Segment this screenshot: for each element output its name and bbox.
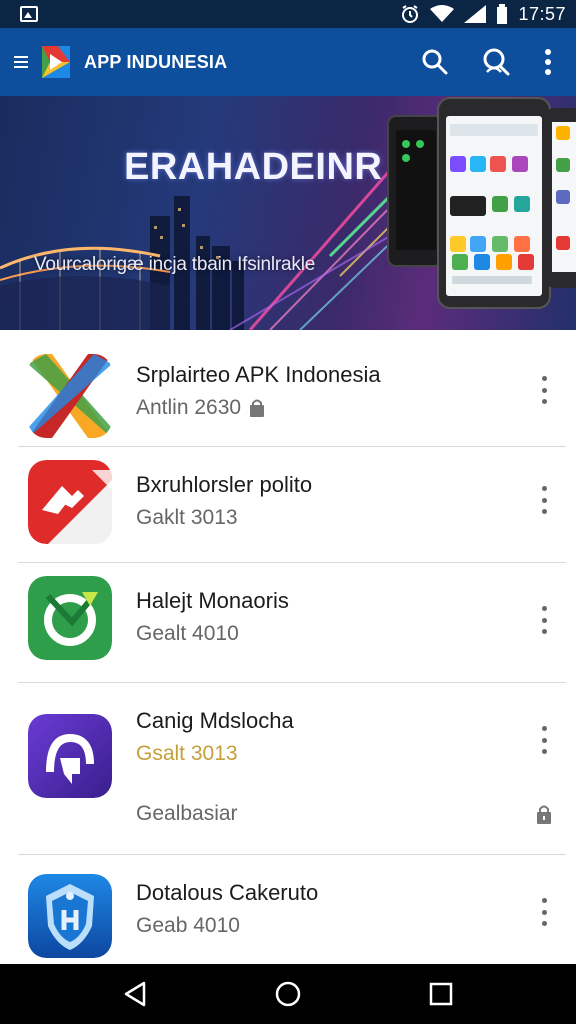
more-vert-icon[interactable] [536, 376, 552, 404]
app-logo-icon [42, 46, 70, 78]
app-bar: APP INDUNESIA [0, 28, 576, 96]
back-icon[interactable] [123, 981, 147, 1007]
search-icon[interactable] [422, 49, 448, 75]
more-vert-icon[interactable] [544, 49, 552, 75]
banner-illustration [0, 97, 576, 330]
divider [18, 854, 566, 855]
banner-title: ERAHADEINR [124, 146, 383, 188]
promo-banner[interactable]: ERAHADEINR Vourcalorigæ incja tbain Ifsi… [0, 96, 576, 330]
app-meta-text: Gealt 4010 [136, 622, 239, 645]
app-name: Halejt Monaoris [136, 588, 289, 613]
divider [18, 682, 566, 683]
app-name: Dotalous Cakeruto [136, 880, 319, 905]
app-name: Canig Mdslocha [136, 708, 294, 733]
more-vert-icon[interactable] [536, 898, 552, 926]
app-meta: Geab 4010 [136, 914, 240, 938]
green-refresh-icon [28, 576, 112, 660]
gallery-icon [20, 6, 38, 22]
app-bar-actions [422, 48, 562, 76]
app-extra-label: Gealbasiar [136, 802, 238, 825]
more-vert-icon[interactable] [536, 486, 552, 514]
wifi-icon [430, 5, 455, 22]
app-meta-text: Geab 4010 [136, 914, 240, 937]
status-left [20, 6, 38, 22]
lock-icon [537, 805, 551, 824]
app-title: APP INDUNESIA [84, 51, 228, 72]
red-page-icon [28, 460, 112, 544]
menu-icon[interactable] [14, 56, 28, 68]
app-meta: Gsalt 3013 [136, 742, 238, 766]
profile-search-icon[interactable] [482, 48, 510, 76]
home-icon[interactable] [274, 980, 302, 1008]
status-bar: 17:57 [0, 0, 576, 28]
banner-subtitle: Vourcalorigæ incja tbain Ifsinlrakle [34, 254, 316, 275]
more-vert-icon[interactable] [536, 606, 552, 634]
more-vert-icon[interactable] [536, 726, 552, 754]
signal-icon [464, 5, 487, 23]
battery-icon [497, 4, 508, 24]
app-name: Srplairteo APK Indonesia [136, 362, 381, 387]
status-time: 17:57 [518, 3, 566, 24]
app-meta-text: Gsalt 3013 [136, 742, 238, 765]
app-meta-text: Gaklt 3013 [136, 506, 238, 529]
app-name: Bxruhlorsler polito [136, 472, 313, 497]
bag-icon [250, 399, 265, 417]
app-meta: Antlin 2630 [136, 396, 265, 420]
x-logo-icon [28, 354, 112, 438]
system-nav-bar [0, 964, 576, 1024]
app-meta: Gaklt 3013 [136, 506, 238, 530]
alarm-icon [402, 5, 419, 23]
blue-shield-icon [28, 874, 112, 958]
recents-icon[interactable] [429, 982, 453, 1006]
purple-arrow-icon [28, 714, 112, 798]
divider [18, 562, 566, 563]
status-right: 17:57 [400, 4, 566, 25]
divider [18, 446, 566, 447]
app-meta-text: Antlin 2630 [136, 396, 242, 419]
app-meta: Gealt 4010 [136, 622, 239, 646]
